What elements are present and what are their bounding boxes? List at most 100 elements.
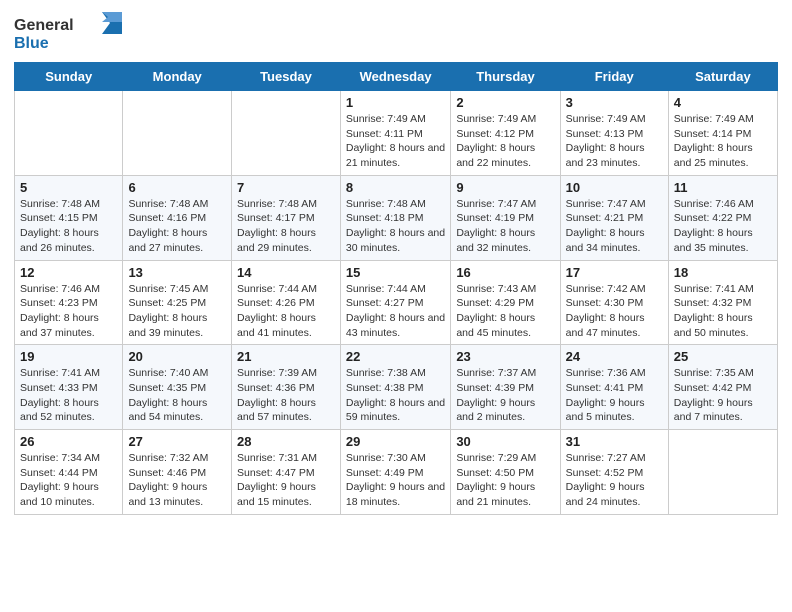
calendar-week-5: 26Sunrise: 7:34 AM Sunset: 4:44 PM Dayli…: [15, 430, 778, 515]
calendar-day-9: 9 Sunrise: 7:47 AM Sunset: 4:19 PM Daylig…: [451, 175, 560, 260]
day-info: Sunrise: 7:30 AM Sunset: 4:49 PM Dayligh…: [346, 451, 445, 510]
day-number: 7: [237, 180, 335, 195]
calendar-table: SundayMondayTuesdayWednesdayThursdayFrid…: [14, 62, 778, 515]
calendar-day-1: 1 Sunrise: 7:49 AM Sunset: 4:11 PM Daylig…: [340, 91, 450, 176]
day-number: 18: [674, 265, 772, 280]
calendar-day-24: 24 Sunrise: 7:36 AM Sunset: 4:41 PM Dayli…: [560, 345, 668, 430]
calendar-day-15: 15 Sunrise: 7:44 AM Sunset: 4:27 PM Dayli…: [340, 260, 450, 345]
day-number: 5: [20, 180, 117, 195]
day-info: Sunrise: 7:32 AM Sunset: 4:46 PM Dayligh…: [128, 451, 226, 510]
day-info: Sunrise: 7:48 AM Sunset: 4:18 PM Dayligh…: [346, 197, 445, 256]
calendar-day-6: 6 Sunrise: 7:48 AM Sunset: 4:16 PM Daylig…: [123, 175, 232, 260]
day-info: Sunrise: 7:40 AM Sunset: 4:35 PM Dayligh…: [128, 366, 226, 425]
day-info: Sunrise: 7:49 AM Sunset: 4:13 PM Dayligh…: [566, 112, 663, 171]
day-info: Sunrise: 7:46 AM Sunset: 4:22 PM Dayligh…: [674, 197, 772, 256]
day-info: Sunrise: 7:29 AM Sunset: 4:50 PM Dayligh…: [456, 451, 554, 510]
day-info: Sunrise: 7:48 AM Sunset: 4:15 PM Dayligh…: [20, 197, 117, 256]
calendar-day-30: 30 Sunrise: 7:29 AM Sunset: 4:50 PM Dayli…: [451, 430, 560, 515]
calendar-week-2: 5 Sunrise: 7:48 AM Sunset: 4:15 PM Daylig…: [15, 175, 778, 260]
calendar-day-3: 3 Sunrise: 7:49 AM Sunset: 4:13 PM Daylig…: [560, 91, 668, 176]
day-number: 19: [20, 349, 117, 364]
day-info: Sunrise: 7:34 AM Sunset: 4:44 PM Dayligh…: [20, 451, 117, 510]
day-info: Sunrise: 7:46 AM Sunset: 4:23 PM Dayligh…: [20, 282, 117, 341]
weekday-header-monday: Monday: [123, 63, 232, 91]
calendar-day-17: 17Sunrise: 7:42 AM Sunset: 4:30 PM Dayli…: [560, 260, 668, 345]
day-number: 20: [128, 349, 226, 364]
calendar-day-27: 27 Sunrise: 7:32 AM Sunset: 4:46 PM Dayli…: [123, 430, 232, 515]
day-info: Sunrise: 7:35 AM Sunset: 4:42 PM Dayligh…: [674, 366, 772, 425]
weekday-header-saturday: Saturday: [668, 63, 777, 91]
calendar-day-5: 5 Sunrise: 7:48 AM Sunset: 4:15 PM Daylig…: [15, 175, 123, 260]
logo: GeneralBlue: [14, 10, 124, 54]
weekday-header-row: SundayMondayTuesdayWednesdayThursdayFrid…: [15, 63, 778, 91]
weekday-header-thursday: Thursday: [451, 63, 560, 91]
day-number: 13: [128, 265, 226, 280]
day-info: Sunrise: 7:36 AM Sunset: 4:41 PM Dayligh…: [566, 366, 663, 425]
day-info: Sunrise: 7:48 AM Sunset: 4:16 PM Dayligh…: [128, 197, 226, 256]
day-info: Sunrise: 7:41 AM Sunset: 4:33 PM Dayligh…: [20, 366, 117, 425]
day-info: Sunrise: 7:47 AM Sunset: 4:21 PM Dayligh…: [566, 197, 663, 256]
day-number: 30: [456, 434, 554, 449]
day-info: Sunrise: 7:44 AM Sunset: 4:26 PM Dayligh…: [237, 282, 335, 341]
day-number: 29: [346, 434, 445, 449]
day-number: 3: [566, 95, 663, 110]
day-number: 2: [456, 95, 554, 110]
calendar-day-empty: [15, 91, 123, 176]
calendar-day-7: 7 Sunrise: 7:48 AM Sunset: 4:17 PM Daylig…: [232, 175, 341, 260]
day-info: Sunrise: 7:49 AM Sunset: 4:11 PM Dayligh…: [346, 112, 445, 171]
calendar-day-22: 22 Sunrise: 7:38 AM Sunset: 4:38 PM Dayli…: [340, 345, 450, 430]
weekday-header-sunday: Sunday: [15, 63, 123, 91]
day-info: Sunrise: 7:49 AM Sunset: 4:14 PM Dayligh…: [674, 112, 772, 171]
day-number: 25: [674, 349, 772, 364]
calendar-day-empty: [668, 430, 777, 515]
calendar-day-13: 13Sunrise: 7:45 AM Sunset: 4:25 PM Dayli…: [123, 260, 232, 345]
weekday-header-tuesday: Tuesday: [232, 63, 341, 91]
svg-text:Blue: Blue: [14, 35, 49, 52]
day-number: 1: [346, 95, 445, 110]
day-number: 24: [566, 349, 663, 364]
day-number: 21: [237, 349, 335, 364]
day-info: Sunrise: 7:44 AM Sunset: 4:27 PM Dayligh…: [346, 282, 445, 341]
day-info: Sunrise: 7:38 AM Sunset: 4:38 PM Dayligh…: [346, 366, 445, 425]
weekday-header-wednesday: Wednesday: [340, 63, 450, 91]
day-number: 15: [346, 265, 445, 280]
day-number: 11: [674, 180, 772, 195]
calendar-day-23: 23Sunrise: 7:37 AM Sunset: 4:39 PM Dayli…: [451, 345, 560, 430]
calendar-day-28: 28 Sunrise: 7:31 AM Sunset: 4:47 PM Dayli…: [232, 430, 341, 515]
calendar-day-4: 4Sunrise: 7:49 AM Sunset: 4:14 PM Daylig…: [668, 91, 777, 176]
day-info: Sunrise: 7:48 AM Sunset: 4:17 PM Dayligh…: [237, 197, 335, 256]
generalblue-logo-svg: GeneralBlue: [14, 10, 124, 54]
calendar-week-4: 19 Sunrise: 7:41 AM Sunset: 4:33 PM Dayli…: [15, 345, 778, 430]
weekday-header-friday: Friday: [560, 63, 668, 91]
page-container: GeneralBlue SundayMondayTuesdayWednesday…: [0, 0, 792, 525]
day-number: 17: [566, 265, 663, 280]
calendar-day-empty: [232, 91, 341, 176]
day-info: Sunrise: 7:43 AM Sunset: 4:29 PM Dayligh…: [456, 282, 554, 341]
day-number: 22: [346, 349, 445, 364]
calendar-day-31: 31 Sunrise: 7:27 AM Sunset: 4:52 PM Dayli…: [560, 430, 668, 515]
day-number: 6: [128, 180, 226, 195]
svg-text:General: General: [14, 17, 74, 34]
calendar-day-18: 18 Sunrise: 7:41 AM Sunset: 4:32 PM Dayli…: [668, 260, 777, 345]
day-info: Sunrise: 7:47 AM Sunset: 4:19 PM Dayligh…: [456, 197, 554, 256]
calendar-day-2: 2Sunrise: 7:49 AM Sunset: 4:12 PM Daylig…: [451, 91, 560, 176]
day-number: 10: [566, 180, 663, 195]
day-number: 28: [237, 434, 335, 449]
day-number: 12: [20, 265, 117, 280]
day-number: 8: [346, 180, 445, 195]
day-number: 23: [456, 349, 554, 364]
day-info: Sunrise: 7:27 AM Sunset: 4:52 PM Dayligh…: [566, 451, 663, 510]
day-number: 31: [566, 434, 663, 449]
calendar-day-11: 11 Sunrise: 7:46 AM Sunset: 4:22 PM Dayli…: [668, 175, 777, 260]
day-number: 27: [128, 434, 226, 449]
day-info: Sunrise: 7:41 AM Sunset: 4:32 PM Dayligh…: [674, 282, 772, 341]
calendar-day-29: 29 Sunrise: 7:30 AM Sunset: 4:49 PM Dayli…: [340, 430, 450, 515]
calendar-day-26: 26Sunrise: 7:34 AM Sunset: 4:44 PM Dayli…: [15, 430, 123, 515]
calendar-day-21: 21Sunrise: 7:39 AM Sunset: 4:36 PM Dayli…: [232, 345, 341, 430]
calendar-week-1: 1 Sunrise: 7:49 AM Sunset: 4:11 PM Daylig…: [15, 91, 778, 176]
calendar-day-16: 16Sunrise: 7:43 AM Sunset: 4:29 PM Dayli…: [451, 260, 560, 345]
day-info: Sunrise: 7:31 AM Sunset: 4:47 PM Dayligh…: [237, 451, 335, 510]
day-number: 9: [456, 180, 554, 195]
calendar-day-25: 25 Sunrise: 7:35 AM Sunset: 4:42 PM Dayli…: [668, 345, 777, 430]
calendar-day-12: 12 Sunrise: 7:46 AM Sunset: 4:23 PM Dayli…: [15, 260, 123, 345]
